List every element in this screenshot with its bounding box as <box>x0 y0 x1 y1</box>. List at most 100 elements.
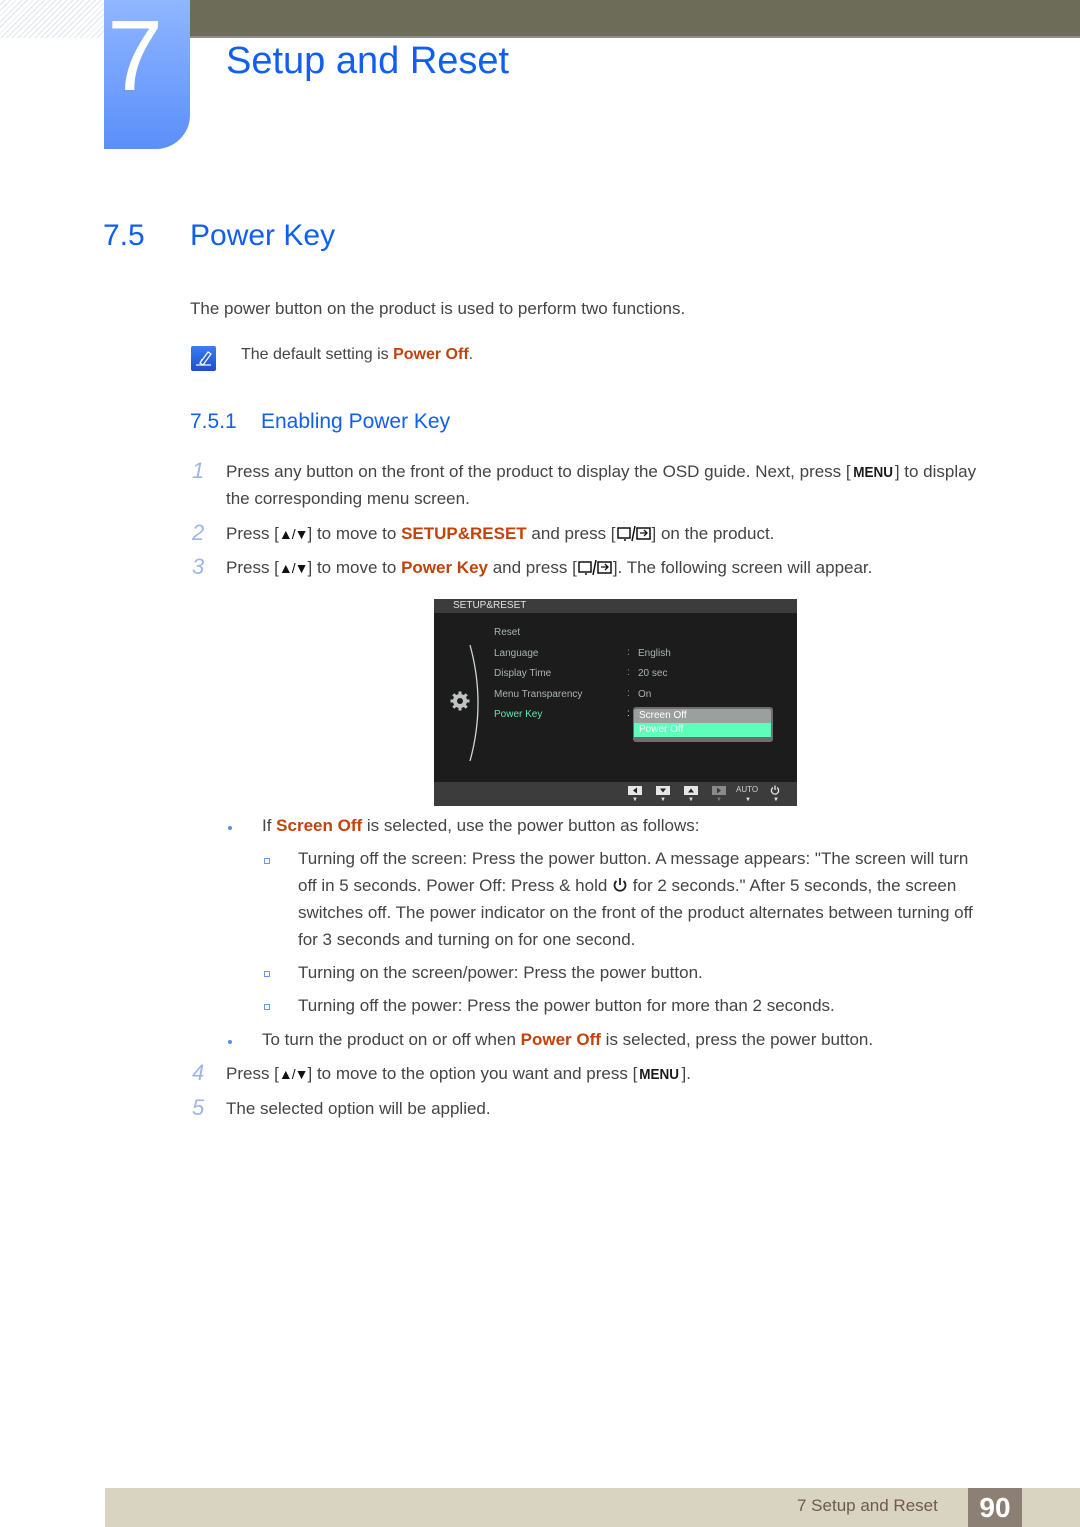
step-highlight: Power Key <box>401 558 488 577</box>
sub-bullet-2: Turning on the screen/power: Press the p… <box>298 963 703 982</box>
osd-auto-label: AUTO <box>736 785 759 794</box>
osd-power-key-dropdown[interactable]: Screen Off Power Off <box>633 707 773 742</box>
step-number: 4 <box>192 1060 205 1085</box>
note-prefix: The default setting is <box>241 346 394 363</box>
step-text: and press [ <box>488 558 577 577</box>
bullet-text: is selected, press the power button. <box>600 1030 874 1049</box>
bullet-text: If <box>262 816 277 835</box>
osd-value-menu-transparency: On <box>638 689 652 700</box>
osd-value-display-time: 20 sec <box>638 668 668 679</box>
bullet-highlight: Screen Off <box>276 816 363 835</box>
step-text: Press any button on the front of the pro… <box>226 462 851 481</box>
sub-bullet-text: off in 5 seconds. Power Off: Press & hol… <box>298 876 613 895</box>
menu-key-icon: MENU <box>852 464 893 481</box>
header-hatch-pattern <box>0 0 104 38</box>
square-bullet <box>264 971 270 977</box>
chevron-down-icon: ▼ <box>688 797 694 803</box>
osd-colon: : <box>627 647 630 658</box>
osd-header: SETUP&RESET <box>434 599 797 613</box>
header-bar <box>190 0 1080 38</box>
step-text: ] on the product. <box>651 524 775 543</box>
sub-bullet-1-line-3: switches off. The power indicator on the… <box>298 903 973 922</box>
step-text: Press [ <box>226 1064 279 1083</box>
step-2-text: Press [▲/▼] to move to SETUP&RESET and p… <box>226 524 774 544</box>
chevron-down-icon: ▼ <box>632 797 638 803</box>
osd-item-language[interactable]: Language <box>494 648 539 659</box>
sub-bullet-1-line-1: Turning off the screen: Press the power … <box>298 849 969 868</box>
down-arrow-icon <box>656 786 670 795</box>
subsection-number: 7.5.1 <box>190 410 237 433</box>
step-1-line-2: the corresponding menu screen. <box>226 489 470 508</box>
subsection-title: Enabling Power Key <box>261 410 451 433</box>
osd-footer-guide: ▼ ▼ ▼ ▼ AUTO ▼ ▼ <box>434 782 797 806</box>
bullet-dot <box>228 826 232 830</box>
osd-value-language: English <box>638 648 671 659</box>
up-arrow-icon <box>684 786 698 795</box>
step-number: 1 <box>192 458 205 483</box>
square-bullet <box>264 858 270 864</box>
source-enter-key-icon <box>578 559 612 576</box>
step-highlight: SETUP&RESET <box>401 524 527 543</box>
note-highlight: Power Off <box>393 346 469 363</box>
step-text: ]. The following screen will appear. <box>612 558 873 577</box>
step-text: ] to move to <box>307 524 402 543</box>
osd-arc-decoration <box>469 644 479 762</box>
intro-text: The power button on the product is used … <box>190 299 686 318</box>
osd-option-screen-off[interactable]: Screen Off <box>634 709 771 723</box>
right-arrow-icon <box>712 786 726 795</box>
chapter-number: 7 <box>107 0 163 112</box>
osd-option-power-off[interactable]: Power Off <box>634 723 771 737</box>
sub-bullet-3: Turning off the power: Press the power b… <box>298 996 835 1015</box>
bullet-1-text: If Screen Off is selected, use the power… <box>262 816 700 836</box>
up-down-key-icon: ▲/▼ <box>278 560 309 576</box>
osd-title: SETUP&RESET <box>453 600 527 611</box>
chevron-down-icon: ▼ <box>660 797 666 803</box>
step-text: ]. <box>681 1064 691 1083</box>
step-3-text: Press [▲/▼] to move to Power Key and pre… <box>226 558 872 578</box>
chapter-tab: 7 <box>104 0 190 149</box>
osd-item-menu-transparency[interactable]: Menu Transparency <box>494 689 582 700</box>
source-enter-key-icon <box>616 525 651 542</box>
osd-item-display-time[interactable]: Display Time <box>494 668 551 679</box>
chapter-title: Setup and Reset <box>226 40 510 82</box>
section-title: Power Key <box>190 219 336 252</box>
osd-colon: : <box>627 688 630 699</box>
chevron-down-icon: ▼ <box>716 797 722 803</box>
osd-item-reset[interactable]: Reset <box>494 627 520 638</box>
bullet-dot <box>228 1040 232 1044</box>
square-bullet <box>264 1004 270 1010</box>
sub-bullet-1-line-2: off in 5 seconds. Power Off: Press & hol… <box>298 876 956 896</box>
osd-menu-screenshot: SETUP&RESET Reset Language : English Dis… <box>434 599 797 806</box>
step-number: 3 <box>192 554 205 579</box>
bullet-text: To turn the product on or off when <box>262 1030 521 1049</box>
step-number: 2 <box>192 520 205 545</box>
osd-item-power-key[interactable]: Power Key <box>494 709 542 720</box>
step-text: ] to display <box>894 462 977 481</box>
step-4-text: Press [▲/▼] to move to the option you wa… <box>226 1064 691 1085</box>
power-icon <box>770 785 780 795</box>
section-number: 7.5 <box>103 219 145 252</box>
note-suffix: . <box>468 346 474 363</box>
sub-bullet-text: for 2 seconds." After 5 seconds, the scr… <box>628 876 957 895</box>
step-number: 5 <box>192 1095 205 1120</box>
power-icon <box>613 878 627 892</box>
left-arrow-icon <box>628 786 642 795</box>
step-text: ] to move to the option you want and pre… <box>307 1064 638 1083</box>
step-text: and press [ <box>526 524 616 543</box>
step-5-text: The selected option will be applied. <box>226 1099 491 1118</box>
up-down-key-icon: ▲/▼ <box>278 526 309 542</box>
step-1-line-1: Press any button on the front of the pro… <box>226 462 976 483</box>
footer-chapter-label: 7 Setup and Reset <box>797 1496 938 1515</box>
page-number: 90 <box>968 1488 1022 1527</box>
chevron-down-icon: ▼ <box>745 797 751 803</box>
note-pencil-icon <box>191 346 216 371</box>
bullet-text: is selected, use the power button as fol… <box>362 816 700 835</box>
chevron-down-icon: ▼ <box>773 797 779 803</box>
menu-key-icon: MENU <box>639 1066 680 1083</box>
sub-bullet-1-line-4: for 3 seconds and turning on for one sec… <box>298 930 636 949</box>
step-text: Press [ <box>226 524 279 543</box>
step-text: ] to move to <box>307 558 402 577</box>
up-down-key-icon: ▲/▼ <box>278 1066 309 1082</box>
step-text: Press [ <box>226 558 279 577</box>
gear-icon <box>450 691 470 711</box>
